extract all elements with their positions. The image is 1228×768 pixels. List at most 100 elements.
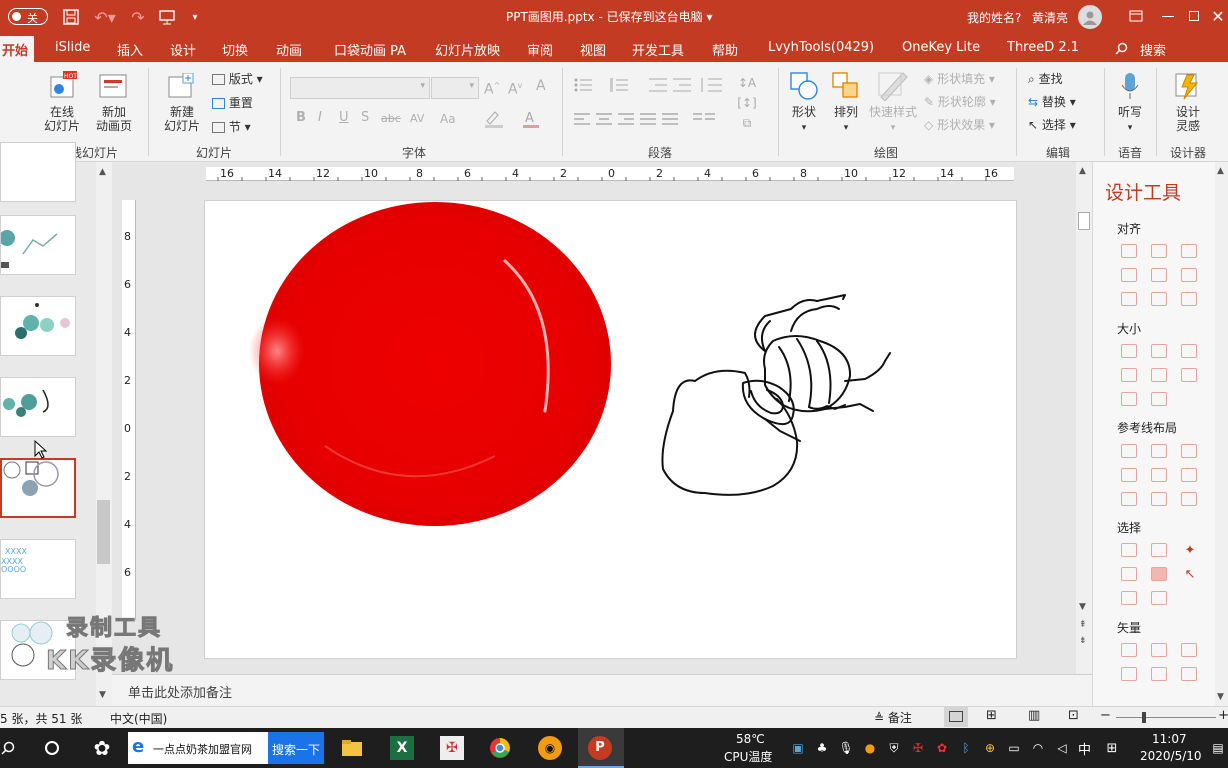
slide-thumbnail[interactable] (0, 296, 76, 356)
slide-thumbnail[interactable]: XXXX XXXX OOOO (0, 539, 76, 599)
new-anim-page-button[interactable]: 新加 动画页 (88, 105, 140, 133)
save-icon[interactable] (62, 8, 80, 26)
excel-icon[interactable]: X (390, 736, 414, 760)
guide-fill-icon[interactable] (1181, 492, 1197, 506)
file-explorer-icon[interactable] (340, 736, 364, 760)
clear-format-icon[interactable]: A (536, 79, 546, 93)
align-center-icon[interactable] (594, 110, 614, 128)
section-button[interactable]: 节 ▾ (212, 120, 251, 134)
justify-icon[interactable] (638, 110, 658, 128)
distribute-v-icon[interactable] (1151, 292, 1167, 306)
zoom-in-icon[interactable]: + (1218, 708, 1228, 723)
vector-split-icon[interactable] (1181, 667, 1197, 681)
guide-bottom-icon[interactable] (1181, 468, 1197, 482)
align-left-icon[interactable] (1121, 244, 1137, 258)
align-text-icon[interactable]: [↕] (734, 94, 760, 112)
change-case-button[interactable]: Aa (440, 112, 456, 126)
search-label[interactable]: 搜索 (1140, 40, 1166, 59)
vector-subtract-icon[interactable] (1151, 667, 1167, 681)
next-slide-icon[interactable]: ⇟ (1079, 636, 1087, 646)
clock-time[interactable]: 11:07 (1152, 732, 1187, 746)
reading-view-icon[interactable]: ▥ (1028, 708, 1040, 723)
tray-icon[interactable]: ♣ (814, 740, 830, 756)
dictate-button[interactable]: 听写 ▾ (1112, 105, 1148, 135)
tab-view[interactable]: 视图 (580, 40, 606, 59)
scroll-up-icon[interactable]: ▲ (1217, 166, 1224, 176)
shape-fill-button[interactable]: ◈ 形状填充 ▾ (924, 72, 995, 86)
grow-font-icon[interactable]: A^ (484, 79, 500, 97)
select-fill-icon[interactable] (1151, 567, 1167, 581)
align-right-icon[interactable] (616, 110, 636, 128)
ime-mode-icon[interactable]: ⊞ (1104, 740, 1120, 756)
zoom-slider[interactable] (1116, 712, 1216, 723)
vector-union-icon[interactable] (1121, 643, 1137, 657)
tab-review[interactable]: 审阅 (527, 40, 553, 59)
numbering-icon[interactable] (608, 76, 632, 94)
smartart-icon[interactable]: ⧉ (734, 114, 760, 132)
zoom-slider-thumb[interactable] (1142, 712, 1146, 723)
microphone-icon[interactable]: 🎙 (838, 740, 854, 756)
undo-icon[interactable]: ↶▾ (90, 8, 120, 27)
select-same-icon[interactable] (1151, 543, 1167, 557)
shield-icon[interactable]: ⛨ (886, 740, 902, 756)
restore-icon[interactable] (1186, 8, 1202, 24)
tab-animations[interactable]: 动画 (276, 40, 302, 59)
same-height-icon[interactable] (1151, 344, 1167, 358)
volume-icon[interactable]: ◁ (1054, 740, 1070, 756)
battery-icon[interactable]: ▭ (1006, 740, 1022, 756)
select-cursor-icon[interactable]: ↖ (1181, 566, 1199, 582)
tab-lvyhtools[interactable]: LvyhTools(0429) (768, 40, 874, 55)
notes-toggle-button[interactable]: ≜ 备注 (874, 709, 912, 726)
tray-icon[interactable]: ● (862, 740, 878, 756)
close-icon[interactable]: ✕ (1210, 6, 1226, 26)
grid-distribute-icon[interactable] (1181, 292, 1197, 306)
highlight-icon[interactable] (482, 108, 508, 130)
tab-design[interactable]: 设计 (170, 40, 196, 59)
vector-intersect-icon[interactable] (1121, 667, 1137, 681)
guide-fill-h-icon[interactable] (1121, 492, 1137, 506)
powerpoint-taskbar-item[interactable]: P (578, 728, 624, 768)
search-icon[interactable] (0, 738, 16, 758)
magic-wand-icon[interactable]: ✦ (1181, 542, 1199, 558)
new-slide-icon[interactable] (166, 72, 196, 100)
slide-thumbnail[interactable] (0, 215, 76, 275)
shape-outline-button[interactable]: ✎ 形状轮廓 ▾ (924, 95, 996, 109)
redo-icon[interactable]: ↷ (128, 8, 148, 27)
new-slide-button[interactable]: 新建 幻灯片 (156, 105, 208, 133)
font-color-icon[interactable]: A (520, 108, 542, 130)
prev-slide-icon[interactable]: ⇞ (1079, 620, 1087, 630)
scroll-up-icon[interactable]: ▲ (1079, 166, 1086, 176)
tray-icon[interactable]: ▣ (790, 740, 806, 756)
red-plate-shape[interactable] (249, 202, 611, 526)
columns-icon[interactable] (690, 110, 718, 128)
select-invert-icon[interactable] (1121, 591, 1137, 605)
scale-icon[interactable] (1121, 392, 1137, 406)
slide-sorter-icon[interactable]: ⊞ (986, 708, 997, 723)
ribbon-display-icon[interactable] (1128, 8, 1144, 24)
scroll-thumb[interactable] (97, 500, 110, 564)
designer-button[interactable]: 设计 灵感 (1164, 105, 1212, 133)
document-title[interactable]: PPT画图用.pptx - 已保存到这台电脑 ▾ (506, 8, 712, 25)
panel-scrollbar[interactable]: ▲ ▼ (1215, 162, 1228, 706)
slide-thumbnail[interactable] (0, 142, 76, 202)
quick-styles-icon[interactable] (876, 70, 910, 102)
new-anim-page-icon[interactable] (97, 72, 129, 100)
task-view-icon[interactable]: ✿ (90, 736, 114, 760)
font-name-dropdown[interactable]: ▾ (290, 77, 430, 99)
guide-top-icon[interactable] (1121, 468, 1137, 482)
slide-thumbnail[interactable] (0, 377, 76, 437)
tab-home[interactable]: 开始 (0, 36, 35, 62)
notes-placeholder[interactable]: 单击此处添加备注 (128, 682, 232, 701)
clock-date[interactable]: 2020/5/10 (1140, 749, 1202, 763)
tab-slideshow[interactable]: 幻灯片放映 (435, 40, 500, 59)
align-top-icon[interactable] (1121, 268, 1137, 282)
guide-right-icon[interactable] (1181, 444, 1197, 458)
select-similar-icon[interactable] (1121, 543, 1137, 557)
minimize-icon[interactable] (1160, 8, 1176, 24)
find-button[interactable]: ⌕ 查找 (1028, 72, 1063, 86)
slide-position[interactable]: 5 张，共 51 张 (0, 710, 82, 727)
underline-button[interactable]: U (339, 111, 349, 125)
arrange-button[interactable]: 排列 ▾ (830, 105, 862, 135)
designer-icon[interactable] (1172, 70, 1204, 102)
decrease-indent-icon[interactable] (648, 76, 668, 94)
